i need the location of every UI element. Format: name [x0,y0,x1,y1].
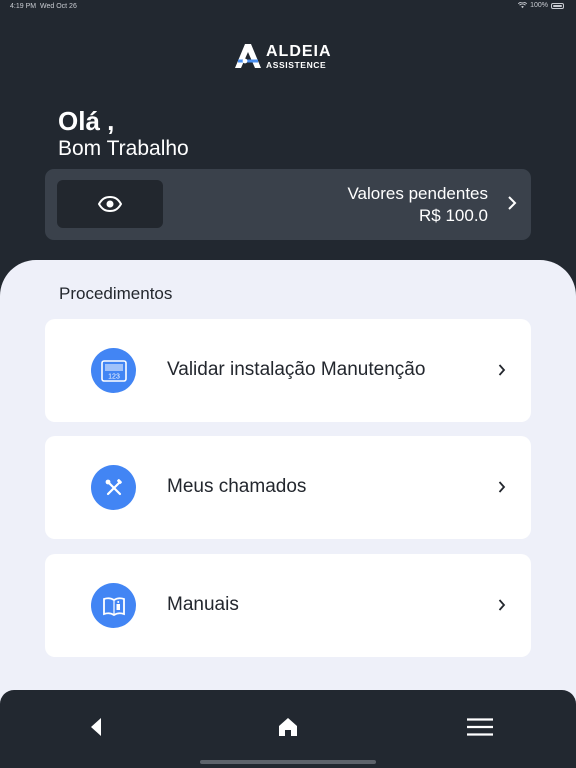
home-indicator [200,760,376,764]
back-icon [91,718,101,736]
section-title: Procedimentos [59,284,173,303]
menu-button[interactable] [460,712,500,742]
manuals-label: Manuais [167,594,239,615]
wifi-icon [518,2,528,9]
status-date: Wed Oct 26 [40,3,77,10]
svg-text:123: 123 [108,373,120,380]
chevron-right-icon [498,599,506,611]
home-button[interactable] [268,712,308,742]
logo-line1: ALDEIA [266,43,332,60]
validate-installation-card[interactable]: 123 Validar instalação Manutenção [45,319,531,422]
battery-percent: 100% [530,2,548,9]
logo-mark-icon [235,44,261,68]
my-calls-label: Meus chamados [167,476,307,497]
tools-icon [91,465,136,510]
my-calls-card[interactable]: Meus chamados [45,436,531,539]
status-bar: 4:19 PM Wed Oct 26 100% [0,0,576,14]
battery-icon [551,2,564,9]
logo-line2: ASSISTENCE [266,60,327,70]
pending-values-amount: R$ 100.0 [419,206,488,225]
status-right: 100% [518,2,564,9]
back-button[interactable] [76,712,116,742]
bottom-nav [0,690,576,768]
manuals-card[interactable]: Manuais [45,554,531,657]
greeting-subtitle: Bom Trabalho [58,137,189,160]
greeting-title: Olá , [58,106,115,136]
validate-installation-label: Validar instalação Manutenção [167,359,426,380]
barcode-icon: 123 [91,348,136,393]
status-time: 4:19 PM [10,3,37,10]
chevron-right-icon [508,196,517,210]
manual-book-icon [91,583,136,628]
home-icon [279,718,297,736]
pending-values-label: Valores pendentes [347,184,488,203]
pending-values-card[interactable]: Valores pendentes R$ 100.0 [45,169,531,240]
toggle-visibility-button[interactable] [57,180,163,228]
app-logo: ALDEIA ASSISTENCE [232,42,344,72]
chevron-right-icon [498,364,506,376]
menu-icon [467,718,493,736]
chevron-right-icon [498,481,506,493]
eye-icon [98,196,122,212]
